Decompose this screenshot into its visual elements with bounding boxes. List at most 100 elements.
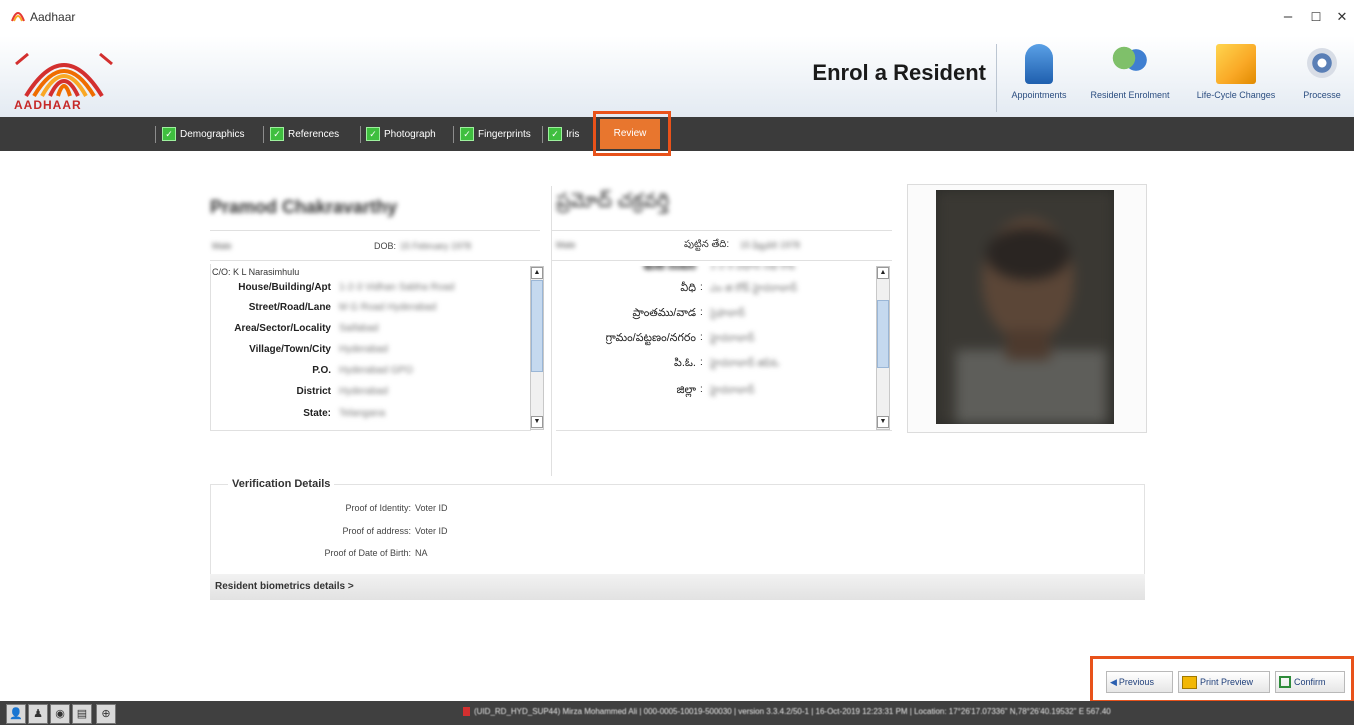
divider xyxy=(552,260,892,261)
address-value: 1-2-3 Vidhan Sabha Road xyxy=(339,282,455,293)
previous-label: Previous xyxy=(1118,677,1154,687)
colon: : xyxy=(700,332,703,343)
address-label-local: గ్రామం/పట్టణం/నగరం xyxy=(605,332,696,344)
printer-status-icon[interactable]: ▤ xyxy=(72,704,92,724)
colon: : xyxy=(700,384,703,395)
eye-icon[interactable]: ◉ xyxy=(50,704,70,724)
header-divider xyxy=(996,44,997,112)
launcher-label: Resident Enrolment xyxy=(1090,90,1170,100)
resident-name-local: ప్రమోద్ చక్రవర్తి xyxy=(556,190,670,212)
address-value: M G Road Hyderabad xyxy=(339,302,437,313)
address-label-local: ఇంటి నంబర్ xyxy=(643,266,696,272)
tab-references[interactable]: ✓ References xyxy=(270,124,339,144)
window-title: Aadhaar xyxy=(30,10,76,24)
biometrics-details-label: Resident biometrics details > xyxy=(215,581,354,592)
tab-fingerprints[interactable]: ✓ Fingerprints xyxy=(460,124,531,144)
address-label-local: పి.ఓ. xyxy=(674,357,696,369)
address-value: Hyderabad xyxy=(339,386,388,397)
tab-iris[interactable]: ✓ Iris xyxy=(548,124,579,144)
address-label: District xyxy=(296,386,331,397)
address-value: Saifabad xyxy=(339,323,379,334)
biometrics-details-toggle[interactable]: Resident biometrics details > xyxy=(210,574,1145,600)
dob-label-local: పుట్టిన తేది: xyxy=(684,239,730,250)
person-silhouette-icon xyxy=(936,190,1114,424)
check-icon: ✓ xyxy=(460,127,474,141)
previous-button[interactable]: ◀ Previous xyxy=(1106,671,1173,693)
tab-label: Photograph xyxy=(384,128,436,140)
address-panel: C/O: K L Narasimhulu House/Building/Apt 1… xyxy=(210,264,531,431)
logo-text: AADHAAR xyxy=(14,98,82,112)
check-icon: ✓ xyxy=(548,127,562,141)
print-preview-label: Print Preview xyxy=(1200,677,1254,687)
address-value: Telangana xyxy=(339,408,386,419)
address-value-local: సైఫాబాద్ xyxy=(710,308,746,319)
launcher-life-cycle-changes[interactable]: Life-Cycle Changes xyxy=(1186,40,1286,116)
address-value-local: హైదరాబాద్ xyxy=(710,385,755,396)
verification-value: Voter ID xyxy=(415,526,448,536)
tab-separator xyxy=(263,126,264,143)
confirm-label: Confirm xyxy=(1294,677,1326,687)
gender-local: Male xyxy=(556,240,576,250)
address-value-local: హైదరాబాద్ xyxy=(710,333,755,344)
users-icon[interactable]: 👤 xyxy=(6,704,26,724)
address-label-local: ప్రాంతము/వాడ xyxy=(632,307,696,319)
address-label: Street/Road/Lane xyxy=(248,302,331,313)
address-label: House/Building/Apt xyxy=(238,282,331,293)
divider xyxy=(210,260,540,261)
tab-label: Fingerprints xyxy=(478,128,531,140)
launcher-label: Processe xyxy=(1303,90,1341,100)
print-preview-button[interactable]: Print Preview xyxy=(1178,671,1270,693)
address-label: Village/Town/City xyxy=(249,344,331,355)
launcher-appointments[interactable]: Appointments xyxy=(1004,40,1074,116)
colon: : xyxy=(700,357,703,368)
divider xyxy=(552,230,892,231)
address-label: State: xyxy=(303,408,331,419)
verification-value: Voter ID xyxy=(415,503,448,513)
launcher-resident-enrolment[interactable]: Resident Enrolment xyxy=(1078,40,1182,116)
verification-title: Verification Details xyxy=(228,478,335,490)
aadhaar-app-icon xyxy=(11,12,25,22)
aadhaar-fingerprint-icon xyxy=(15,52,113,98)
resident-gender: Male xyxy=(212,241,232,251)
address-label: Area/Sector/Locality xyxy=(234,323,331,334)
tab-separator xyxy=(453,126,454,143)
status-flag-icon xyxy=(463,707,470,716)
address-label-local: వీధి xyxy=(680,282,696,294)
box-icon xyxy=(1216,44,1256,84)
tab-label: References xyxy=(288,128,340,140)
address-label: P.O. xyxy=(312,365,331,376)
save-icon xyxy=(1279,676,1291,688)
care-of: C/O: K L Narasimhulu xyxy=(212,267,300,277)
globe-icon[interactable]: ⊕ xyxy=(96,704,116,724)
tab-label: Iris xyxy=(566,128,580,140)
address-value-local: ఎం జి రోడ్ హైదరాబాద్ xyxy=(710,283,798,294)
scroll-down-icon[interactable]: ▼ xyxy=(531,416,543,428)
tab-photograph[interactable]: ✓ Photograph xyxy=(366,124,436,144)
confirm-button[interactable]: Confirm xyxy=(1275,671,1345,693)
scroll-thumb[interactable] xyxy=(877,300,889,368)
check-icon: ✓ xyxy=(162,127,176,141)
address-panel-local: ఇంటి నంబర్ 1-2-3 విధాన సభ రోడ్ వీధి: ఎం జి… xyxy=(556,266,874,430)
launcher-label: Life-Cycle Changes xyxy=(1196,90,1276,100)
address-label-local: జిల్లా xyxy=(676,384,696,396)
address-value: Hyderabad GPO xyxy=(339,365,413,376)
resident-name: Pramod Chakravarthy xyxy=(210,197,398,217)
divider xyxy=(556,430,892,431)
dob-value: 15 February 1978 xyxy=(400,241,472,251)
launcher-processes[interactable]: Processe xyxy=(1290,40,1354,116)
scroll-up-icon[interactable]: ▲ xyxy=(531,267,543,279)
scroll-down-icon[interactable]: ▼ xyxy=(877,416,889,428)
scroll-up-icon[interactable]: ▲ xyxy=(877,267,889,279)
address-value: Hyderabad xyxy=(339,344,388,355)
resident-photo xyxy=(936,190,1114,424)
tab-demographics[interactable]: ✓ Demographics xyxy=(162,124,244,144)
person-icon[interactable]: ♟ xyxy=(28,704,48,724)
scroll-thumb[interactable] xyxy=(531,280,543,372)
close-button[interactable]: ✕ xyxy=(1326,6,1354,28)
verification-label: Proof of Identity: xyxy=(345,503,411,513)
tab-separator xyxy=(542,126,543,143)
divider xyxy=(210,230,540,231)
review-tab-highlight xyxy=(593,111,671,156)
colon: : xyxy=(700,307,703,318)
verification-label: Proof of address: xyxy=(342,526,411,536)
